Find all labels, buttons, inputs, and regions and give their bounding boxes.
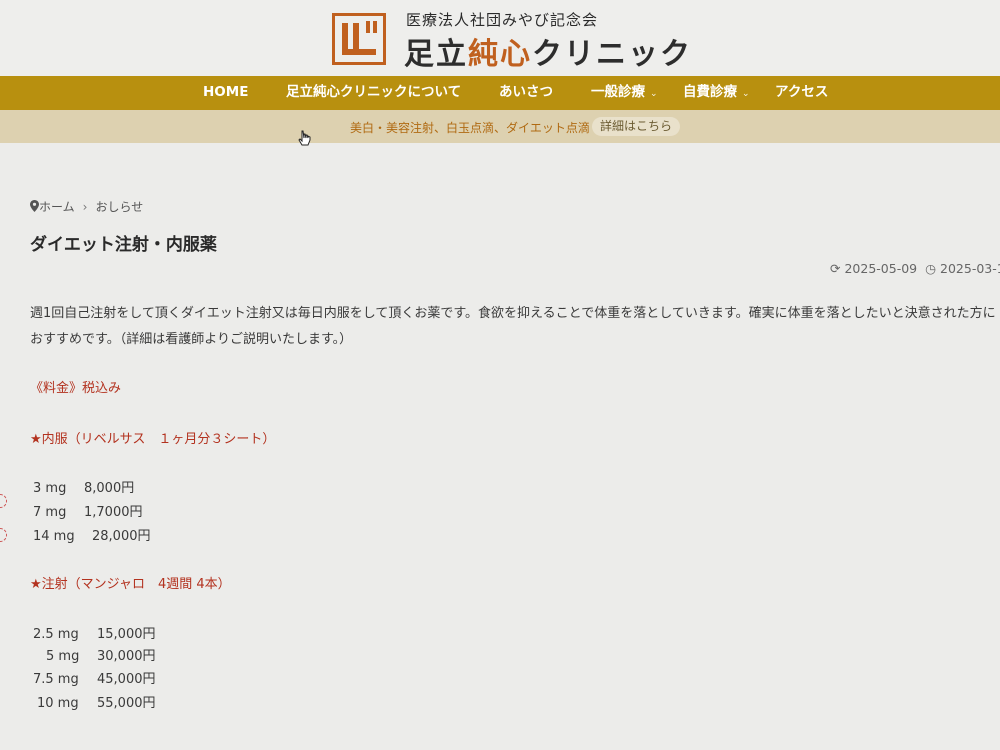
price-row: 2.5 mg 15,000円 xyxy=(33,623,156,642)
nav-item-label: 自費診療 xyxy=(683,84,737,100)
published-date: 2025-03-19 xyxy=(940,261,1000,276)
decorative-circle xyxy=(0,528,7,542)
updated-date: 2025-05-09 xyxy=(844,261,918,276)
nav-item-access[interactable]: アクセス xyxy=(775,76,828,110)
promo-text[interactable]: 美白・美容注射、白玉点滴、ダイエット点滴 xyxy=(350,119,590,136)
dose: 7 mg xyxy=(33,505,67,520)
price: 30,000円 xyxy=(97,649,156,664)
nav-item-general-care[interactable]: 一般診療 ⌄ xyxy=(591,76,658,110)
clinic-name[interactable]: 足立純心クリニック xyxy=(404,29,692,73)
injection-heading: ★注射（マンジャロ 4週間 4本） xyxy=(30,577,231,592)
page-title: ダイエット注射・内服薬 xyxy=(30,235,217,255)
nav-item-label: あいさつ xyxy=(499,84,553,100)
breadcrumb-home-link[interactable]: ホーム xyxy=(39,200,75,214)
oral-heading: ★内服（リベルサス １ヶ月分３シート） xyxy=(30,432,276,447)
breadcrumb: ホーム › おしらせ xyxy=(30,198,143,215)
price: 45,000円 xyxy=(97,672,156,687)
refresh-icon: ⟳ xyxy=(830,261,841,276)
price-row: 7 mg 1,7000円 xyxy=(33,501,143,520)
main-nav: HOME 足立純心クリニックについて あいさつ 一般診療 ⌄ 自費診療 ⌄ アクセス xyxy=(0,76,1000,110)
nav-item-self-pay-care[interactable]: 自費診療 ⌄ xyxy=(683,76,750,110)
price-row: 3 mg 8,000円 xyxy=(33,477,134,496)
mouse-cursor-icon xyxy=(298,130,311,146)
dose: 3 mg xyxy=(33,481,67,496)
map-pin-icon xyxy=(30,200,39,212)
price-row: 7.5 mg 45,000円 xyxy=(33,668,156,687)
chevron-down-icon: ⌄ xyxy=(650,89,658,99)
post-dates: ⟳ 2025-05-09 ◷ 2025-03-19 xyxy=(830,261,1000,276)
dose: 14 mg xyxy=(33,529,75,544)
price: 15,000円 xyxy=(97,627,156,642)
nav-item-label: HOME xyxy=(203,84,249,100)
org-name: 医療法人社団みやび記念会 xyxy=(406,11,599,29)
nav-item-home[interactable]: HOME xyxy=(203,76,248,110)
price-row: 14 mg 28,000円 xyxy=(33,525,151,544)
price-row: 10 mg 55,000円 xyxy=(33,692,156,711)
dose: 10 mg xyxy=(37,696,79,711)
clinic-name-part2: クリニック xyxy=(532,37,692,72)
site-header: 医療法人社団みやび記念会 足立純心クリニック xyxy=(0,0,1000,76)
price: 8,000円 xyxy=(84,481,135,496)
dose: 5 mg xyxy=(46,649,80,664)
nav-item-label: 足立純心クリニックについて xyxy=(286,84,462,100)
chevron-right-icon: › xyxy=(82,200,88,214)
clinic-name-accent: 純心 xyxy=(468,37,532,72)
breadcrumb-current[interactable]: おしらせ xyxy=(95,200,143,214)
dose: 7.5 mg xyxy=(33,672,79,687)
nav-item-greeting[interactable]: あいさつ xyxy=(499,76,553,110)
promo-bar: 美白・美容注射、白玉点滴、ダイエット点滴 詳細はこちら xyxy=(0,110,1000,143)
article-intro: 週1回自己注射をして頂くダイエット注射又は毎日内服をして頂くお薬です。食欲を抑え… xyxy=(30,306,996,347)
price-row: 5 mg 30,000円 xyxy=(33,645,156,664)
price: 28,000円 xyxy=(92,529,151,544)
nav-item-label: アクセス xyxy=(775,84,829,100)
decorative-circle xyxy=(0,494,7,508)
clock-icon: ◷ xyxy=(925,261,937,276)
nav-item-label: 一般診療 xyxy=(591,84,645,100)
dose: 2.5 mg xyxy=(33,627,79,642)
clinic-logo[interactable] xyxy=(332,13,386,65)
price: 1,7000円 xyxy=(84,505,143,520)
chevron-down-icon: ⌄ xyxy=(742,89,750,99)
nav-item-about[interactable]: 足立純心クリニックについて xyxy=(286,76,461,110)
price: 55,000円 xyxy=(97,696,156,711)
clinic-name-part1: 足立 xyxy=(404,37,468,72)
promo-details-link[interactable]: 詳細はこちら xyxy=(592,117,681,136)
price-heading: 《料金》税込み xyxy=(30,381,122,396)
